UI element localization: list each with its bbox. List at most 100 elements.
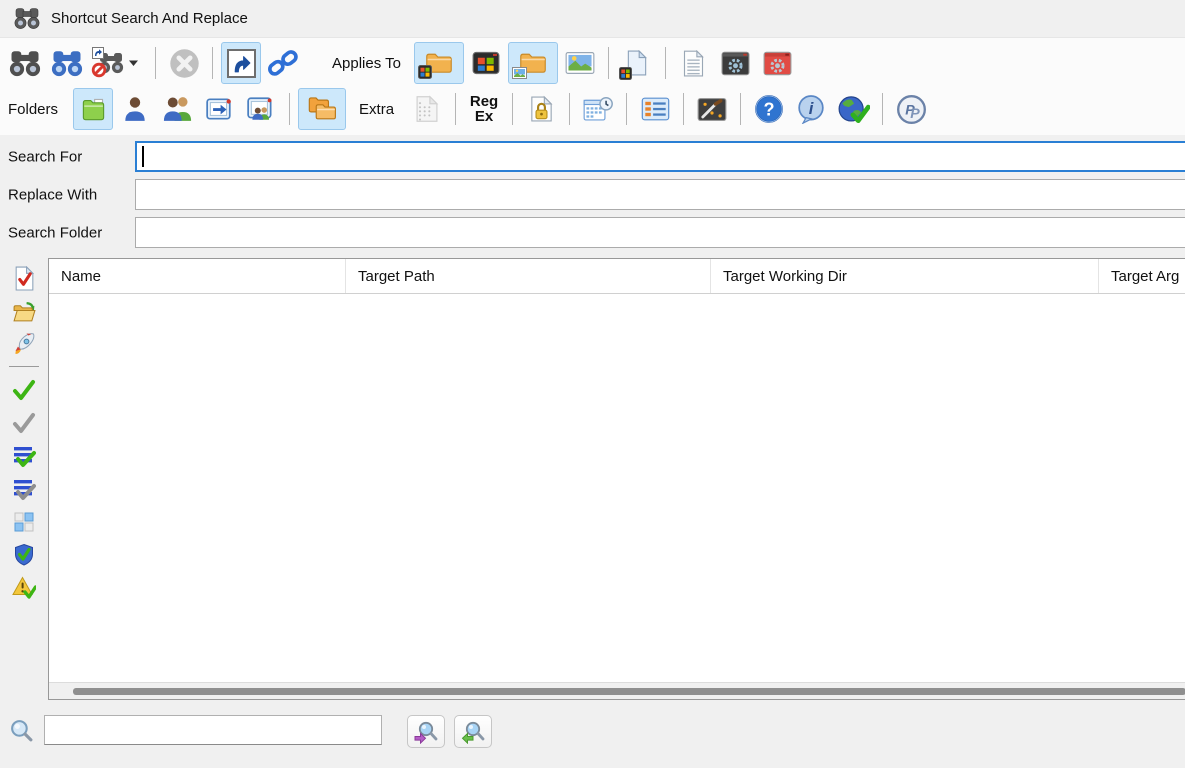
- svg-text:P: P: [910, 105, 920, 121]
- cancel-icon: [169, 48, 200, 79]
- donate-button[interactable]: P P: [891, 88, 931, 130]
- warning-check-icon: [12, 576, 36, 599]
- find-previous-button[interactable]: [454, 715, 492, 748]
- check-gray-icon: [12, 412, 36, 434]
- find-next-button[interactable]: [407, 715, 445, 748]
- check-all-icon: [12, 444, 36, 468]
- console-settings-alt-button[interactable]: [758, 42, 798, 84]
- main-area: Name Target Path Target Working Dir Targ…: [0, 252, 1185, 705]
- title-bar: Shortcut Search And Replace: [0, 0, 1185, 38]
- invert-selection-button[interactable]: [7, 505, 41, 538]
- applies-to-windows-toggle[interactable]: [466, 42, 506, 84]
- search-next-icon: [413, 720, 439, 744]
- file-windows-icon: [626, 50, 648, 76]
- find-in-results-input[interactable]: [44, 715, 382, 745]
- separator: [569, 93, 570, 125]
- folders-desktop-toggle[interactable]: [199, 88, 239, 130]
- horizontal-scrollbar[interactable]: [49, 682, 1185, 699]
- applies-to-shortcut-folders-toggle[interactable]: [414, 42, 464, 84]
- folders-subfolders-toggle[interactable]: [298, 88, 346, 130]
- date-filter-button[interactable]: [578, 88, 618, 130]
- magic-wand-icon: [697, 97, 727, 122]
- column-header-name[interactable]: Name: [49, 259, 346, 293]
- form-area: Search For Replace With Search Folder: [0, 135, 1185, 252]
- search-folder-input[interactable]: [135, 217, 1185, 248]
- check-item-button[interactable]: [7, 373, 41, 406]
- cancel-button[interactable]: [164, 42, 204, 84]
- shortcut-overlay-icon: [92, 47, 104, 59]
- scrollbar-thumb[interactable]: [73, 688, 1185, 695]
- windows-logo-icon: [472, 51, 500, 75]
- extra-label: Extra: [359, 101, 394, 118]
- binoculars-gray-icon: [9, 50, 41, 77]
- open-folder-icon: [12, 300, 37, 323]
- toolbar-row-1: Applies To: [4, 40, 1185, 86]
- folders-all-users-toggle[interactable]: [157, 88, 197, 130]
- check-all-button[interactable]: [7, 439, 41, 472]
- info-icon: i: [795, 94, 827, 124]
- folder-image-icon: [519, 51, 547, 75]
- users-icon: [162, 96, 193, 122]
- verify-warnings-button[interactable]: [7, 571, 41, 604]
- folders-all-desktops-toggle[interactable]: [241, 88, 281, 130]
- search-button[interactable]: [5, 42, 45, 84]
- calendar-clock-icon: [583, 96, 613, 122]
- locked-files-button[interactable]: [521, 88, 561, 130]
- column-header-target-working-dir[interactable]: Target Working Dir: [711, 259, 1099, 293]
- binoculars-blocked-icon: [98, 52, 124, 74]
- window-title: Shortcut Search And Replace: [51, 10, 248, 27]
- open-location-button[interactable]: [7, 295, 41, 328]
- folder-windows-icon: [425, 51, 453, 75]
- check-updates-button[interactable]: [833, 88, 874, 130]
- prohibit-overlay-icon: [91, 62, 107, 78]
- side-toolbar: [0, 258, 48, 705]
- help-button[interactable]: ?: [749, 88, 789, 130]
- separator: [512, 93, 513, 125]
- toolbar-area: Applies To: [0, 38, 1185, 135]
- windows-flag-overlay-icon: [619, 67, 632, 80]
- launch-shortcut-button[interactable]: [7, 328, 41, 361]
- extra-option-button[interactable]: [407, 88, 447, 130]
- column-header-target-path[interactable]: Target Path: [346, 259, 711, 293]
- binoculars-icon: [14, 7, 40, 30]
- rocket-icon: [12, 333, 36, 357]
- help-icon: ?: [754, 94, 784, 124]
- toolbar-row-2: Folders: [4, 86, 1185, 132]
- search-for-input[interactable]: [135, 141, 1185, 172]
- uncheck-all-button[interactable]: [7, 472, 41, 505]
- folders-custom-toggle[interactable]: [73, 88, 113, 130]
- applies-to-shortcuts-toggle[interactable]: [221, 42, 261, 84]
- report-button[interactable]: [635, 88, 675, 130]
- dropdown-arrow-icon[interactable]: [128, 59, 139, 67]
- windows-flag-overlay-icon: [418, 65, 432, 79]
- search-exclusions-button[interactable]: [89, 42, 147, 84]
- results-table-body[interactable]: [49, 294, 1185, 682]
- applies-to-images-toggle[interactable]: [560, 42, 600, 84]
- about-button[interactable]: i: [791, 88, 831, 130]
- dotted-document-icon: [414, 95, 440, 123]
- svg-text:i: i: [809, 99, 814, 118]
- uncheck-item-button[interactable]: [7, 406, 41, 439]
- applies-to-links-toggle[interactable]: [263, 42, 303, 84]
- console-settings-button[interactable]: [716, 42, 756, 84]
- verify-valid-button[interactable]: [7, 538, 41, 571]
- window-gear-dark-icon: [721, 51, 750, 76]
- binoculars-blue-icon: [51, 50, 83, 77]
- applies-to-documents-toggle[interactable]: [674, 42, 714, 84]
- search-for-field: [135, 141, 1185, 172]
- validate-results-button[interactable]: [7, 262, 41, 295]
- lock-document-icon: [529, 95, 554, 123]
- applies-to-image-folders-toggle[interactable]: [508, 42, 558, 84]
- column-header-target-arguments[interactable]: Target Arg: [1099, 259, 1185, 293]
- applies-to-program-files-toggle[interactable]: [617, 42, 657, 84]
- wizard-button[interactable]: [692, 88, 732, 130]
- separator: [289, 93, 290, 125]
- regex-toggle[interactable]: RegEx: [464, 88, 504, 130]
- paypal-icon: P P: [896, 94, 927, 125]
- folders-current-user-toggle[interactable]: [115, 88, 155, 130]
- replace-with-input[interactable]: [135, 179, 1185, 210]
- search-folder-field: [135, 217, 1185, 248]
- search-and-replace-button[interactable]: [47, 42, 87, 84]
- separator: [9, 366, 39, 367]
- applies-to-label: Applies To: [332, 55, 401, 72]
